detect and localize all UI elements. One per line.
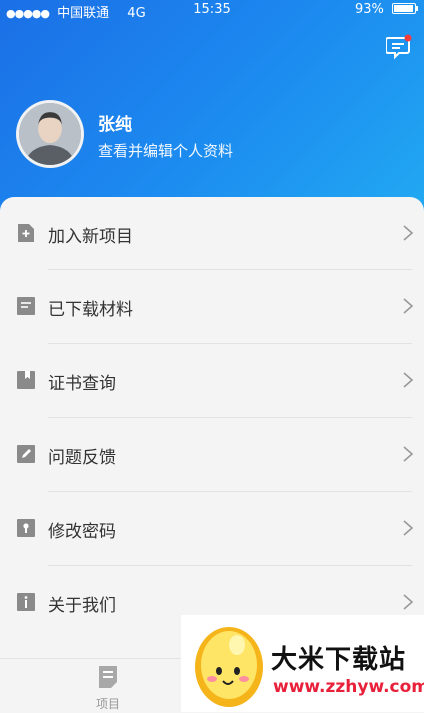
edit-profile-link[interactable]: 查看并编辑个人资料 <box>98 140 233 161</box>
battery-icon <box>392 3 418 14</box>
settings-menu: 加入新项目 已下载材料 证书查询 问题反馈 修改密码 关于我们 <box>0 197 424 647</box>
tab-label: 项目 <box>95 697 120 711</box>
info-icon <box>17 593 35 611</box>
watermark-ad: 大米下载站 www.zzhyw.com <box>181 615 424 712</box>
profile-header: ●●●●● 中国联通 4G 15:35 93% 张纯 查看并编辑个人资料 <box>0 0 424 215</box>
project-doc-icon <box>99 666 117 688</box>
chevron-right-icon <box>403 298 414 314</box>
ad-url: www.zzhyw.com <box>273 677 424 697</box>
chevron-right-icon <box>403 594 414 610</box>
avatar[interactable] <box>16 100 84 168</box>
chevron-right-icon <box>403 372 414 388</box>
document-icon <box>17 297 35 315</box>
menu-item-label: 证书查询 <box>48 374 116 394</box>
chevron-right-icon <box>403 520 414 536</box>
menu-item-change-password[interactable]: 修改密码 <box>0 492 424 565</box>
menu-item-label: 问题反馈 <box>48 448 116 468</box>
chevron-right-icon <box>403 446 414 462</box>
menu-item-label: 加入新项目 <box>48 227 133 247</box>
menu-item-join-project[interactable]: 加入新项目 <box>0 197 424 270</box>
chevron-right-icon <box>403 225 414 241</box>
edit-feedback-icon <box>17 445 35 463</box>
menu-item-certificate[interactable]: 证书查询 <box>0 344 424 417</box>
menu-item-feedback[interactable]: 问题反馈 <box>0 418 424 491</box>
status-bar: ●●●●● 中国联通 4G 15:35 93% <box>0 0 424 21</box>
menu-item-label: 已下载材料 <box>48 300 133 320</box>
tab-project[interactable]: 项目 <box>88 665 128 712</box>
lock-icon <box>17 519 35 537</box>
ad-title: 大米下载站 <box>271 645 407 675</box>
person-avatar-icon <box>19 103 81 165</box>
user-name: 张纯 <box>98 115 132 135</box>
menu-item-downloaded[interactable]: 已下载材料 <box>0 270 424 343</box>
certificate-bookmark-icon <box>17 371 35 389</box>
menu-item-label: 关于我们 <box>48 596 116 616</box>
mascot-egg-logo <box>195 627 263 707</box>
battery-percent: 93% <box>354 2 384 17</box>
menu-item-label: 修改密码 <box>48 522 116 542</box>
message-notification-icon[interactable] <box>386 34 412 60</box>
add-file-icon <box>18 224 34 242</box>
